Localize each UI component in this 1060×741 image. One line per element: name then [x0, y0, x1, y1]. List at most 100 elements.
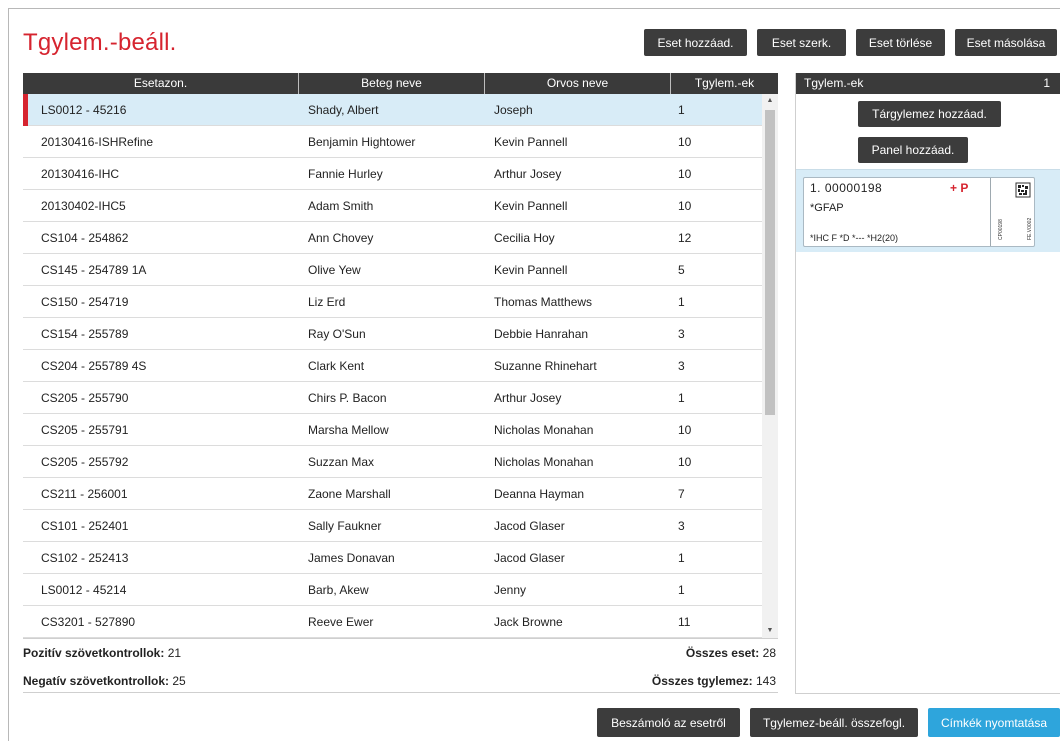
- page-title: Tgylem.-beáll.: [23, 29, 177, 56]
- cell-patient-name: Reeve Ewer: [308, 614, 374, 629]
- cell-case-id: 20130416-IHC: [41, 166, 120, 181]
- label-text-2: FE.V0002: [1027, 218, 1033, 240]
- cell-doctor-name: Cecilia Hoy: [494, 230, 555, 245]
- cell-slide-count: 3: [678, 518, 685, 533]
- cell-patient-name: Chirs P. Bacon: [308, 390, 387, 405]
- slides-count: 1: [1043, 76, 1050, 90]
- table-row[interactable]: CS3201 - 527890 Reeve Ewer Jack Browne 11: [23, 606, 762, 638]
- table-body: LS0012 - 45216 Shady, Albert Joseph 1 201304…: [23, 94, 762, 638]
- slide-protocols: *IHC F *D *--- *H2(20): [810, 233, 899, 243]
- cell-patient-name: Liz Erd: [308, 294, 346, 309]
- negative-controls-value: 25: [172, 674, 186, 688]
- slide-list: 1. 00000198 + P *GFAP *IHC F *D *--- *H2…: [796, 169, 1060, 252]
- cell-patient-name: Adam Smith: [308, 198, 374, 213]
- column-header-case-id[interactable]: Esetazon.: [23, 73, 299, 94]
- cell-doctor-name: Suzanne Rhinehart: [494, 358, 597, 373]
- table-row[interactable]: CS211 - 256001 Zaone Marshall Deanna Hayma…: [23, 478, 762, 510]
- cell-case-id: 20130402-IHC5: [41, 198, 126, 213]
- table-row[interactable]: CS154 - 255789 Ray O'Sun Debbie Hanrahan 3: [23, 318, 762, 350]
- cell-doctor-name: Arthur Josey: [494, 166, 562, 181]
- slide-reagent: *GFAP: [810, 202, 844, 214]
- cell-doctor-name: Jacod Glaser: [494, 550, 565, 565]
- slides-panel-header: Tgylem.-ek 1: [796, 73, 1060, 94]
- cell-slide-count: 1: [678, 582, 685, 597]
- case-report-button[interactable]: Beszámoló az esetről: [597, 708, 740, 737]
- cell-slide-count: 12: [678, 230, 692, 245]
- table-row[interactable]: CS205 - 255792 Suzzan Max Nicholas Monahan…: [23, 446, 762, 478]
- cell-case-id: 20130416-ISHRefine: [41, 134, 154, 149]
- cell-slide-count: 1: [678, 390, 685, 405]
- cell-case-id: CS145 - 254789 1A: [41, 262, 147, 277]
- print-labels-button[interactable]: Címkék nyomtatása: [928, 708, 1060, 737]
- scroll-down-icon[interactable]: ▼: [762, 624, 778, 638]
- cell-doctor-name: Deanna Hayman: [494, 486, 585, 501]
- add-case-button[interactable]: Eset hozzáad.: [644, 29, 747, 56]
- slide-label-preview: CP00198 FE.V0002: [990, 178, 1035, 246]
- table-row-selected[interactable]: LS0012 - 45216 Shady, Albert Joseph 1: [23, 94, 762, 126]
- summary-bottom-divider: [23, 692, 778, 693]
- table-row[interactable]: CS145 - 254789 1A Olive Yew Kevin Pannell 5: [23, 254, 762, 286]
- table-row[interactable]: CS104 - 254862 Ann Chovey Cecilia Hoy 12: [23, 222, 762, 254]
- cell-case-id: CS101 - 252401: [41, 518, 129, 533]
- add-panel-button[interactable]: Panel hozzáad.: [858, 137, 968, 163]
- positive-controls: Pozitív szövetkontrollok: 21: [23, 646, 181, 660]
- table-row[interactable]: CS102 - 252413 James Donavan Jacod Glaser 1: [23, 542, 762, 574]
- cell-case-id: CS204 - 255789 4S: [41, 358, 147, 373]
- scroll-up-icon[interactable]: ▲: [762, 94, 778, 108]
- column-header-patient[interactable]: Beteg neve: [299, 73, 485, 94]
- table-row[interactable]: CS101 - 252401 Sally Faukner Jacod Glaser 3: [23, 510, 762, 542]
- cell-slide-count: 5: [678, 262, 685, 277]
- edit-case-button[interactable]: Eset szerk.: [757, 29, 846, 56]
- table-row[interactable]: 20130416-IHC Fannie Hurley Arthur Josey 10: [23, 158, 762, 190]
- cell-slide-count: 11: [678, 614, 691, 629]
- total-cases: Összes eset: 28: [686, 646, 776, 660]
- cell-case-id: CS150 - 254719: [41, 294, 129, 309]
- slide-control-marks: + P: [950, 181, 969, 195]
- cell-slide-count: 7: [678, 486, 685, 501]
- cell-case-id: CS205 - 255791: [41, 422, 129, 437]
- cell-patient-name: Barb, Akew: [308, 582, 369, 597]
- column-header-doctor[interactable]: Orvos neve: [485, 73, 671, 94]
- copy-case-button[interactable]: Eset másolása: [955, 29, 1057, 56]
- setup-summary-button[interactable]: Tgylemez-beáll. összefogl.: [750, 708, 918, 737]
- selected-row-marker: [23, 94, 28, 126]
- total-cases-value: 28: [762, 646, 776, 660]
- cell-doctor-name: Joseph: [494, 102, 533, 117]
- cell-doctor-name: Jack Browne: [494, 614, 563, 629]
- table-row[interactable]: CS150 - 254719 Liz Erd Thomas Matthews 1: [23, 286, 762, 318]
- positive-controls-label: Pozitív szövetkontrollok:: [23, 646, 165, 660]
- cell-patient-name: Suzzan Max: [308, 454, 375, 469]
- table-scrollbar[interactable]: ▲ ▼: [762, 94, 778, 638]
- cell-case-id: CS205 - 255790: [41, 390, 129, 405]
- cell-doctor-name: Kevin Pannell: [494, 198, 568, 213]
- column-header-slides[interactable]: Tgylem.-ek: [671, 73, 778, 94]
- add-slide-button[interactable]: Tárgylemez hozzáad.: [858, 101, 1001, 127]
- slides-panel-title: Tgylem.-ek: [804, 76, 864, 90]
- cell-patient-name: Ann Chovey: [308, 230, 374, 245]
- scroll-thumb[interactable]: [765, 110, 775, 415]
- cases-table: Esetazon. Beteg neve Orvos neve Tgylem.-…: [23, 73, 778, 638]
- cell-patient-name: Shady, Albert: [308, 102, 379, 117]
- cell-doctor-name: Jacod Glaser: [494, 518, 565, 533]
- cell-doctor-name: Nicholas Monahan: [494, 454, 594, 469]
- slide-card[interactable]: 1. 00000198 + P *GFAP *IHC F *D *--- *H2…: [803, 177, 1035, 247]
- table-row[interactable]: CS204 - 255789 4S Clark Kent Suzanne Rhine…: [23, 350, 762, 382]
- table-row[interactable]: LS0012 - 45214 Barb, Akew Jenny 1: [23, 574, 762, 606]
- table-row[interactable]: 20130416-ISHRefine Benjamin Hightower Kevi…: [23, 126, 762, 158]
- cell-doctor-name: Kevin Pannell: [494, 134, 568, 149]
- table-row[interactable]: 20130402-IHC5 Adam Smith Kevin Pannell 10: [23, 190, 762, 222]
- table-header: Esetazon. Beteg neve Orvos neve Tgylem.-…: [23, 73, 778, 94]
- cell-slide-count: 10: [678, 422, 692, 437]
- table-row[interactable]: CS205 - 255790 Chirs P. Bacon Arthur Josey…: [23, 382, 762, 414]
- cell-patient-name: Ray O'Sun: [308, 326, 366, 341]
- delete-case-button[interactable]: Eset törlése: [856, 29, 945, 56]
- cell-case-id: CS3201 - 527890: [41, 614, 136, 629]
- cell-slide-count: 3: [678, 326, 685, 341]
- table-row[interactable]: CS205 - 255791 Marsha Mellow Nicholas Mona…: [23, 414, 762, 446]
- cell-doctor-name: Thomas Matthews: [494, 294, 593, 309]
- cell-slide-count: 10: [678, 454, 692, 469]
- cell-patient-name: Zaone Marshall: [308, 486, 391, 501]
- negative-controls-label: Negatív szövetkontrollok:: [23, 674, 170, 688]
- cell-doctor-name: Arthur Josey: [494, 390, 562, 405]
- cell-slide-count: 1: [678, 102, 685, 117]
